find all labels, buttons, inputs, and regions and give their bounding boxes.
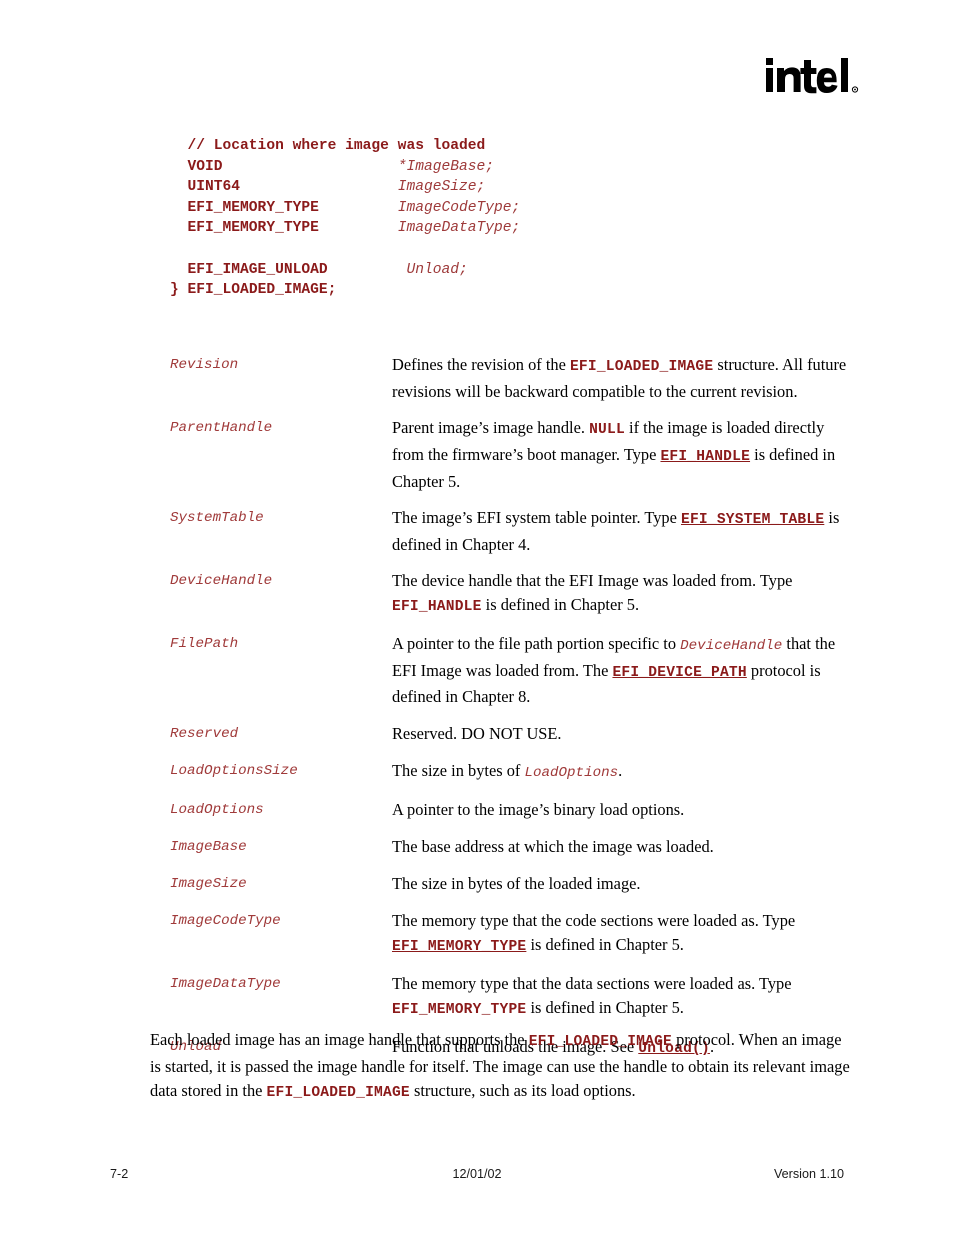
code-term: EFI_LOADED_IMAGE: [569, 359, 714, 375]
code-token: ImageCodeType;: [397, 199, 521, 216]
intel-logo: [764, 52, 868, 104]
definition-term: Reserved: [170, 725, 239, 742]
definition-description: A pointer to the file path portion speci…: [392, 633, 836, 707]
definition-description: The base address at which the image was …: [392, 837, 714, 857]
code-token: VOID: [187, 158, 398, 175]
cross-reference-link[interactable]: EFI_HANDLE: [660, 449, 750, 465]
footer-version: Version 1.10: [773, 1167, 844, 1181]
definition-term: SystemTable: [170, 509, 264, 526]
definition-term: ImageBase: [170, 839, 247, 856]
cross-reference-link[interactable]: EFI_MEMORY_TYPE: [392, 939, 526, 955]
definition-term: ImageCodeType: [170, 913, 281, 930]
definition-term: DeviceHandle: [170, 572, 273, 589]
definition-description: The size in bytes of the loaded image.: [392, 874, 641, 894]
parameter-definition-list: Revision Defines the revision of the EFI_…: [170, 353, 850, 1075]
definition-term: ImageSize: [170, 876, 247, 893]
code-token: ImageDataType;: [397, 220, 521, 237]
code-line: UINT64 ImageSize;: [170, 177, 520, 198]
code-term: NULL: [589, 421, 625, 438]
definition-description: The size in bytes of LoadOptions.: [392, 760, 623, 781]
definition-term: LoadOptions: [170, 801, 264, 818]
definition-description: Defines the revision of the EFI_LOADED_I…: [392, 355, 847, 401]
code-token: EFI_MEMORY_TYPE: [187, 199, 398, 216]
definition-row: LoadOptions A pointer to the image’s bina…: [170, 798, 850, 823]
code-token: UINT64: [187, 179, 398, 196]
definition-description: A pointer to the image’s binary load opt…: [392, 799, 685, 819]
code-token: *ImageBase;: [397, 158, 495, 175]
definition-description: Parent image’s image handle. NULL if the…: [392, 417, 836, 491]
code-term: DeviceHandle: [680, 637, 783, 654]
definition-row: Reserved Reserved. DO NOT USE.: [170, 722, 850, 747]
code-line: } EFI_LOADED_IMAGE;: [170, 280, 520, 301]
definition-description: The memory type that the data sections w…: [392, 974, 792, 1019]
code-line: // Location where image was loaded: [170, 136, 520, 157]
code-token: EFI_MEMORY_TYPE: [187, 220, 398, 237]
definition-description: The memory type that the code sections w…: [392, 911, 796, 956]
code-token: // Location where image was loaded: [187, 138, 486, 154]
code-token: EFI_IMAGE_UNLOAD: [187, 261, 407, 278]
code-block: // Location where image was loaded VOID *…: [170, 136, 520, 301]
cross-reference-link[interactable]: EFI_SYSTEM_TABLE: [681, 512, 824, 528]
definition-term: ParentHandle: [170, 419, 273, 436]
code-term: EFI_LOADED_IMAGE: [266, 1084, 410, 1101]
definition-description: Reserved. DO NOT USE.: [392, 723, 562, 743]
definition-term: FilePath: [170, 635, 239, 652]
code-token: ImageSize;: [397, 179, 486, 196]
definition-row: ParentHandle Parent image’s image handle.…: [170, 416, 850, 493]
definition-description: The device handle that the EFI Image was…: [392, 570, 793, 615]
code-token: Unload;: [406, 261, 468, 278]
closing-paragraph: Each loaded image has an image handle th…: [150, 1030, 850, 1101]
footer-page-number: 7-2: [110, 1167, 129, 1181]
page-footer: 7-2 12/01/02 Version 1.10: [110, 1167, 844, 1181]
code-line: EFI_MEMORY_TYPE ImageDataType;: [170, 218, 521, 239]
definition-term: LoadOptionsSize: [170, 762, 298, 779]
definition-description: The image’s EFI system table pointer. Ty…: [392, 507, 840, 554]
definition-row: SystemTable The image’s EFI system table …: [170, 506, 850, 557]
definition-row: ImageCodeType The memory type that the co…: [170, 909, 850, 960]
document-page: // Location where image was loaded VOID *…: [0, 0, 954, 1235]
definition-term: ImageDataType: [170, 976, 281, 993]
definition-row: ImageBase The base address at which the i…: [170, 835, 850, 860]
definition-row: FilePath A pointer to the file path porti…: [170, 632, 850, 709]
definition-row: LoadOptionsSize The size in bytes of Load…: [170, 759, 850, 786]
definition-row: ImageSize The size in bytes of the loaded…: [170, 872, 850, 897]
code-line: EFI_IMAGE_UNLOAD Unload;: [170, 260, 520, 281]
definition-row: DeviceHandle The device handle that the E…: [170, 569, 850, 620]
definition-row: ImageDataType The memory type that the da…: [170, 972, 850, 1023]
code-term: EFI_MEMORY_TYPE: [392, 1002, 527, 1019]
cross-reference-link[interactable]: EFI_DEVICE_PATH: [612, 665, 746, 681]
definition-term: Revision: [170, 357, 239, 373]
code-line: VOID *ImageBase;: [170, 157, 520, 178]
code-term: EFI_LOADED_IMAGE: [528, 1034, 673, 1051]
code-token: } EFI_LOADED_IMAGE;: [170, 282, 337, 299]
code-term: EFI_HANDLE: [392, 598, 482, 615]
code-term: LoadOptions: [524, 764, 619, 781]
code-line: EFI_MEMORY_TYPE ImageCodeType;: [170, 198, 521, 219]
footer-date: 12/01/02: [452, 1167, 502, 1181]
definition-row: Revision Defines the revision of the EFI_…: [170, 353, 850, 404]
